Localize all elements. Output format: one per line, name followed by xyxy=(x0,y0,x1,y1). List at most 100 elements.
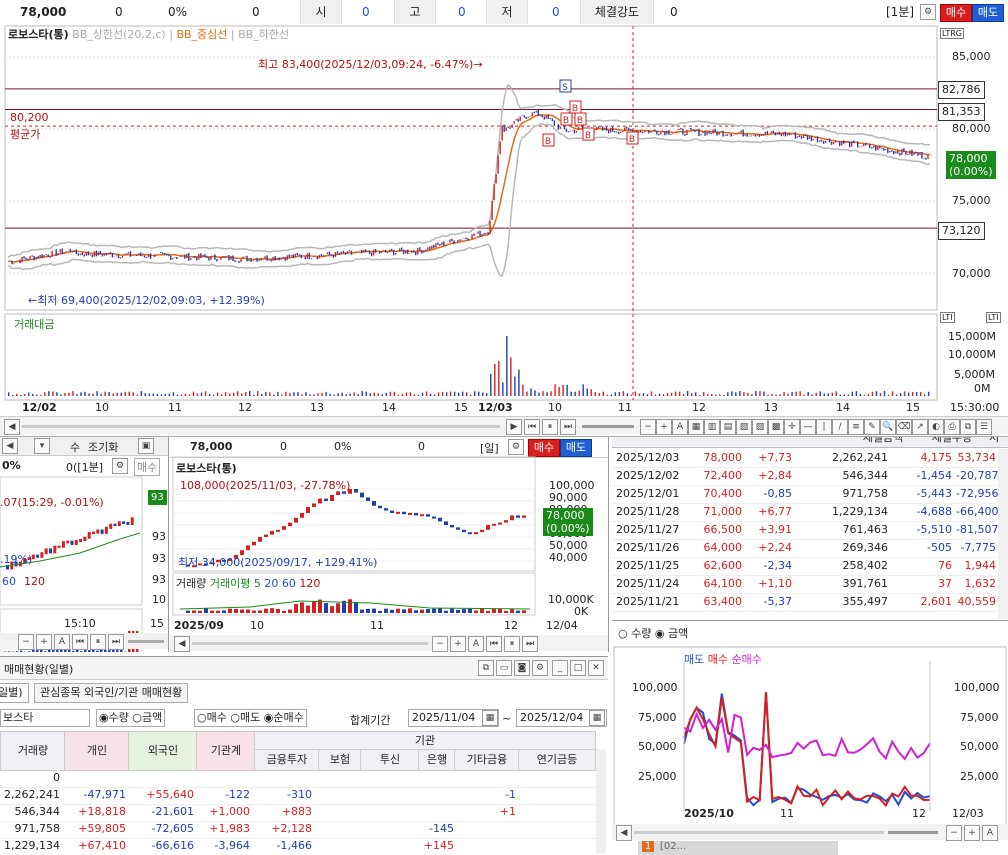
daily-scrollbar[interactable] xyxy=(192,642,428,645)
candle-tool-icon[interactable]: ▤ xyxy=(720,419,736,435)
left-mini-buy[interactable]: 매수 xyxy=(134,458,160,476)
daily-prev-icon[interactable]: ⏮ xyxy=(486,636,502,652)
flow-zoom-slider[interactable] xyxy=(888,831,938,834)
play-icon[interactable]: ⏮ xyxy=(524,419,540,435)
magnifier-icon[interactable]: 🔍 xyxy=(880,419,896,435)
legend-bb-lower[interactable]: BB_하한선 xyxy=(238,28,289,41)
flow-zoom-out-icon[interactable]: − xyxy=(946,825,962,841)
left-window-icon[interactable]: ▣ xyxy=(138,438,154,454)
table-tool-icon[interactable]: ▦ xyxy=(688,419,704,435)
volume-bar xyxy=(759,391,760,396)
radio-buy-icon[interactable]: ○ xyxy=(197,711,207,724)
grid-tool-icon[interactable]: ▥ xyxy=(704,419,720,435)
maximize-icon[interactable]: □ xyxy=(570,660,586,676)
zoom-slider[interactable] xyxy=(582,425,634,428)
daily-zoom-out-icon[interactable]: − xyxy=(432,636,448,652)
fastforward-icon[interactable]: ⏭ xyxy=(560,419,576,435)
zoom-out-icon[interactable]: − xyxy=(640,419,656,435)
left-zoom-out-icon[interactable]: − xyxy=(18,634,34,650)
left-next-icon[interactable]: ⏭ xyxy=(108,634,124,650)
flow-zoom-in-icon[interactable]: + xyxy=(964,825,980,841)
left-prev-icon[interactable]: ⏮ xyxy=(72,634,88,650)
volume-bar xyxy=(329,394,330,396)
list-icon[interactable]: ☰ xyxy=(976,419,992,435)
daily-text-icon[interactable]: A xyxy=(468,636,484,652)
daily-pause-icon[interactable]: ⏸ xyxy=(504,636,520,652)
radio-buy-label[interactable]: 매수 xyxy=(207,711,227,724)
layout-tool-icon[interactable]: ▨ xyxy=(752,419,768,435)
left-list-icon[interactable]: ▾ xyxy=(34,438,50,454)
trendline-icon[interactable]: / xyxy=(832,419,848,435)
zoom-in-icon[interactable]: + xyxy=(656,419,672,435)
minimize-icon[interactable]: _ xyxy=(552,660,568,676)
tab-daily[interactable]: 일별) xyxy=(0,683,29,703)
close-icon[interactable]: ✕ xyxy=(588,660,604,676)
taskbar-label[interactable]: [02... xyxy=(660,841,686,852)
scroll-left-icon[interactable]: ◀ xyxy=(4,419,20,435)
radio-sell-label[interactable]: 매도 xyxy=(240,711,260,724)
radio-amt-icon[interactable]: ○ xyxy=(132,711,142,724)
legend-bb-upper[interactable]: BB_상한선(20,2,c) xyxy=(72,28,166,41)
vline-icon[interactable]: | xyxy=(816,419,832,435)
volume-bar xyxy=(538,393,539,396)
left-mini-interval[interactable]: 0([1분] xyxy=(66,459,103,475)
flow-scroll-left-icon[interactable]: ◀ xyxy=(616,825,632,841)
daily-candle xyxy=(258,537,262,542)
daily-next-icon[interactable]: ⏭ xyxy=(522,636,538,652)
radio-sell-icon[interactable]: ○ xyxy=(230,711,240,724)
settings-gear-icon[interactable]: ⚙ xyxy=(920,4,936,20)
radio-amt-label[interactable]: 금액 xyxy=(142,711,162,724)
stock-input[interactable]: 보스타 xyxy=(0,709,90,727)
left-gear-icon[interactable]: ⚙ xyxy=(112,458,128,474)
print-icon[interactable]: ⎙ xyxy=(944,419,960,435)
scroll-right-icon[interactable]: ▶ xyxy=(506,419,522,435)
flow-text-icon[interactable]: A xyxy=(982,825,998,841)
radio-qty-icon[interactable]: ◉ xyxy=(99,711,109,724)
left-text-icon[interactable]: A xyxy=(54,634,70,650)
text-tool-icon[interactable]: A xyxy=(672,419,688,435)
copy-icon[interactable]: ⧉ xyxy=(960,419,976,435)
fib-icon[interactable]: ≡ xyxy=(848,419,864,435)
left-zoom-slider[interactable] xyxy=(128,640,164,643)
low-annotation: ←최저 69,400(2025/12/02,09:03, +12.39%) xyxy=(28,292,265,308)
tab-watchlist-flow[interactable]: 관심종목 외국인/기관 매매현황 xyxy=(34,683,188,703)
radio-net-label[interactable]: 순매수 xyxy=(273,711,303,724)
left-nav-icon[interactable]: ◀ xyxy=(2,438,18,454)
vol-scale-icon-2[interactable]: LTI xyxy=(986,312,1001,323)
flow-scrollbar[interactable] xyxy=(634,831,884,834)
volume-bar xyxy=(438,392,439,396)
crosshair-icon[interactable]: ✛ xyxy=(784,419,800,435)
legend-bb-mid[interactable]: BB_중심선 xyxy=(176,28,227,41)
radio-net-icon[interactable]: ◉ xyxy=(264,711,274,724)
vol-scale-icon[interactable]: LTI xyxy=(940,312,955,323)
daily-scroll-left-icon[interactable]: ◀ xyxy=(174,636,190,652)
left-zoom-in-icon[interactable]: + xyxy=(36,634,52,650)
radio-qty-label[interactable]: 수량 xyxy=(109,711,129,724)
interval-label[interactable]: [1분] xyxy=(886,0,914,24)
calendar-to-icon[interactable]: ▦ xyxy=(589,710,605,726)
chart-tool-icon[interactable]: ▧ xyxy=(736,419,752,435)
scrollbar-track[interactable] xyxy=(22,425,500,428)
buy-button[interactable]: 매수 xyxy=(940,4,972,22)
daily-table-scrollbar[interactable] xyxy=(998,449,1008,619)
left-mini-title-a[interactable]: 수 xyxy=(70,439,80,455)
left-pause-icon[interactable]: ⏸ xyxy=(90,634,106,650)
hline-icon[interactable]: — xyxy=(800,419,816,435)
trading-scrollbar[interactable] xyxy=(596,749,606,853)
pen-icon[interactable]: ✎ xyxy=(864,419,880,435)
daily-zoom-in-icon[interactable]: + xyxy=(450,636,466,652)
sell-button[interactable]: 매도 xyxy=(972,4,1004,22)
memo-icon[interactable]: ▭ xyxy=(496,660,512,676)
link-icon[interactable]: ⧉ xyxy=(478,660,494,676)
settings-icon[interactable]: ⚙ xyxy=(532,660,548,676)
pause-icon[interactable]: ⏸ xyxy=(542,419,558,435)
camera-icon[interactable]: ◙ xyxy=(514,660,530,676)
palette-icon[interactable]: ◐ xyxy=(928,419,944,435)
arrow-icon[interactable]: ↗ xyxy=(912,419,928,435)
order-tool-icon[interactable]: ▩ xyxy=(768,419,784,435)
eraser-icon[interactable]: ⌫ xyxy=(896,419,912,435)
scale-lrg-icon[interactable]: LTRG xyxy=(940,28,964,39)
calendar-from-icon[interactable]: ▦ xyxy=(482,710,498,726)
left-mini-title-b[interactable]: 조기화 xyxy=(88,439,118,455)
taskbar-num[interactable]: 1 xyxy=(642,841,654,852)
